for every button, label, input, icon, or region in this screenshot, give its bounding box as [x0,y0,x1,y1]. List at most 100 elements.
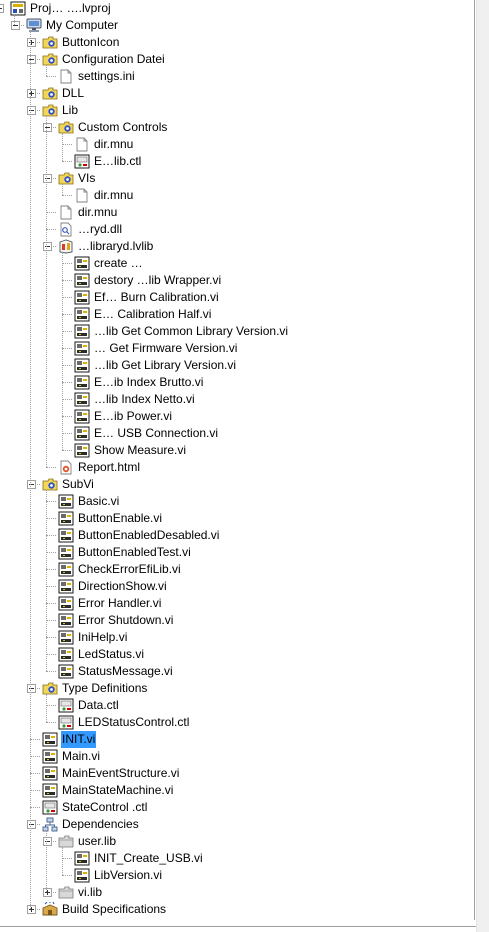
tree-row-dir-mnu[interactable]: dir.mnu [0,204,470,221]
file-icon [58,69,74,84]
tree-item-label: DirectionShow.vi [78,579,167,593]
tree-row-checkerrorefilib-vi[interactable]: CheckErrorEfiLib.vi [0,561,470,578]
tree-row-custom-controls[interactable]: Custom Controls [0,119,470,136]
file-icon [58,205,74,220]
tree-row-destory-lib-wrapper-vi[interactable]: destory …lib Wrapper.vi [0,272,470,289]
tree-row-buttonenabledtest-vi[interactable]: ButtonEnabledTest.vi [0,544,470,561]
tree-item-label: StateControl .ctl [62,800,148,814]
tree-row-type-definitions[interactable]: Type Definitions [0,680,470,697]
tree-row-e-ib-index-brutto-vi[interactable]: E…ib Index Brutto.vi [0,374,470,391]
collapse-toggle[interactable] [43,123,52,132]
tree-row-statusmessage-vi[interactable]: StatusMessage.vi [0,663,470,680]
file-icon [74,137,90,152]
tree-row-basic-vi[interactable]: Basic.vi [0,493,470,510]
tree-item-label: E…ib Power.vi [94,409,173,423]
tree-row-buttonenable-vi[interactable]: ButtonEnable.vi [0,510,470,527]
tree-row-statecontrol-ctl[interactable]: StateControl .ctl [0,799,470,816]
expand-toggle[interactable] [27,38,36,47]
collapse-toggle[interactable] [27,684,36,693]
tree-row-data-ctl[interactable]: Data.ctl [0,697,470,714]
tree-row-libraryd-lvlib[interactable]: …libraryd.lvlib [0,238,470,255]
tree-row-ef-burn-calibration-vi[interactable]: Ef… Burn Calibration.vi [0,289,470,306]
project-tree[interactable]: Proj… ….lvproj My Computer ButtonIcon Confi… [0,0,476,932]
tree-row-configuration-datei[interactable]: Configuration Datei [0,51,470,68]
tree-row-my-computer[interactable]: My Computer [0,17,470,34]
tree-row-show-measure-vi[interactable]: Show Measure.vi [0,442,470,459]
folder-icon [42,681,58,696]
tree-guide-line [62,252,63,450]
collapse-toggle[interactable] [0,4,4,13]
vertical-scrollbar[interactable] [476,0,489,932]
tree-row-dir-mnu[interactable]: dir.mnu [0,136,470,153]
collapse-toggle[interactable] [43,242,52,251]
tree-row-dependencies[interactable]: Dependencies [0,816,470,833]
tree-row-e-calibration-half-vi[interactable]: E… Calibration Half.vi [0,306,470,323]
tree-row-ryd-dll[interactable]: …ryd.dll [0,221,470,238]
tree-item-label: dir.mnu [94,137,134,151]
tree-row-ledstatuscontrol-ctl[interactable]: LEDStatusControl.ctl [0,714,470,731]
tree-row-settings-ini[interactable]: settings.ini [0,68,470,85]
expand-toggle[interactable] [27,89,36,98]
tree-row-directionshow-vi[interactable]: DirectionShow.vi [0,578,470,595]
tree-row-dir-mnu[interactable]: dir.mnu [0,187,470,204]
folder-icon [42,477,58,492]
tree-row-mainstatemachine-vi[interactable]: MainStateMachine.vi [0,782,470,799]
tree-row-ledstatus-vi[interactable]: LedStatus.vi [0,646,470,663]
collapse-toggle[interactable] [27,106,36,115]
tree-row-maineventstructure-vi[interactable]: MainEventStructure.vi [0,765,470,782]
tree-row-init-vi[interactable]: INIT.vi [0,731,470,748]
vi-icon [74,256,90,271]
tree-row-lib[interactable]: Lib [0,102,470,119]
tree-row-subvi[interactable]: SubVi [0,476,470,493]
tree-row-build-specifications[interactable]: Build Specifications [0,901,470,918]
vi-icon [74,307,90,322]
tree-row-get-firmware-version-vi[interactable]: … Get Firmware Version.vi [0,340,470,357]
tree-row-error-shutdown-vi[interactable]: Error Shutdown.vi [0,612,470,629]
ctl-icon [42,800,58,815]
tree-item-label: ButtonEnable.vi [78,511,163,525]
tree-item-label: ButtonEnabledDesabled.vi [78,528,220,542]
tree-item-label: Proj… ….lvproj [30,1,111,15]
tree-row-e-ib-power-vi[interactable]: E…ib Power.vi [0,408,470,425]
tree-row-main-vi[interactable]: Main.vi [0,748,470,765]
collapse-toggle[interactable] [27,820,36,829]
tree-row-user-lib[interactable]: user.lib [0,833,470,850]
collapse-toggle[interactable] [27,480,36,489]
tree-row-vis[interactable]: VIs [0,170,470,187]
tree-row-error-handler-vi[interactable]: Error Handler.vi [0,595,470,612]
tree-row-lib-get-library-version-vi[interactable]: …lib Get Library Version.vi [0,357,470,374]
expand-toggle[interactable] [27,905,36,914]
tree-row-e-usb-connection-vi[interactable]: E… USB Connection.vi [0,425,470,442]
tree-row-report-html[interactable]: Report.html [0,459,470,476]
tree-row-proj-lvproj[interactable]: Proj… ….lvproj [0,0,470,17]
tree-row-create[interactable]: create … [0,255,470,272]
tree-guide-line [46,65,47,76]
collapse-toggle[interactable] [11,21,20,30]
tree-row-buttonenableddesabled-vi[interactable]: ButtonEnabledDesabled.vi [0,527,470,544]
tree-row-inihelp-vi[interactable]: IniHelp.vi [0,629,470,646]
tree-guide-line [62,847,63,875]
tree-row-buttonicon[interactable]: ButtonIcon [0,34,470,51]
tree-guide-line [14,14,15,25]
ctl-icon [58,715,74,730]
collapse-toggle[interactable] [27,55,36,64]
collapse-toggle[interactable] [43,174,52,183]
tree-row-lib-get-common-library-version-vi[interactable]: …lib Get Common Library Version.vi [0,323,470,340]
tree-row-lib-index-netto-vi[interactable]: …lib Index Netto.vi [0,391,470,408]
tree-item-label: E…lib.ctl [94,154,142,168]
tree-item-label: My Computer [46,18,119,32]
tree-item-label: Dependencies [62,817,139,831]
tree-row-dll[interactable]: DLL [0,85,470,102]
expand-toggle[interactable] [43,888,52,897]
vi-icon [74,324,90,339]
tree-row-init-create-usb-vi[interactable]: INIT_Create_USB.vi [0,850,470,867]
tree-item-label: CheckErrorEfiLib.vi [78,562,181,576]
vi-icon [58,613,74,628]
tree-row-vi-lib[interactable]: vi.lib [0,884,470,901]
tree-row-e-lib-ctl[interactable]: E…lib.ctl [0,153,470,170]
tree-row-libversion-vi[interactable]: LibVersion.vi [0,867,470,884]
tree-item-label: …libraryd.lvlib [78,239,154,253]
tree-item-label: E… USB Connection.vi [94,426,219,440]
folder-icon [42,103,58,118]
collapse-toggle[interactable] [43,837,52,846]
